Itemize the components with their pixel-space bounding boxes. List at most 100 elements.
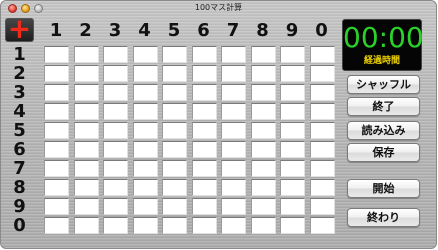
answer-cell[interactable] [309,84,335,101]
answer-cell[interactable] [44,84,69,101]
answer-cell[interactable] [280,160,305,177]
answer-cell[interactable] [103,65,128,82]
end-button[interactable]: 終わり [347,208,420,227]
answer-cell[interactable] [132,198,158,215]
answer-cell[interactable] [191,46,217,63]
answer-cell[interactable] [103,217,128,234]
answer-cell[interactable] [280,65,305,82]
answer-cell[interactable] [44,217,69,234]
answer-cell[interactable] [73,122,99,139]
answer-cell[interactable] [162,84,187,101]
answer-cell[interactable] [221,160,246,177]
answer-cell[interactable] [250,46,276,63]
answer-cell[interactable] [280,198,305,215]
answer-cell[interactable] [73,198,99,215]
answer-cell[interactable] [162,160,187,177]
answer-cell[interactable] [44,179,69,196]
answer-cell[interactable] [103,141,128,158]
answer-cell[interactable] [221,217,246,234]
answer-cell[interactable] [132,65,158,82]
answer-cell[interactable] [191,198,217,215]
answer-cell[interactable] [132,141,158,158]
answer-cell[interactable] [309,217,335,234]
start-button[interactable]: 開始 [347,179,420,198]
answer-cell[interactable] [162,103,187,120]
answer-cell[interactable] [191,122,217,139]
answer-cell[interactable] [132,84,158,101]
answer-cell[interactable] [309,141,335,158]
answer-cell[interactable] [44,198,69,215]
answer-cell[interactable] [73,103,99,120]
answer-cell[interactable] [221,141,246,158]
answer-cell[interactable] [309,160,335,177]
answer-cell[interactable] [221,84,246,101]
answer-cell[interactable] [250,141,276,158]
answer-cell[interactable] [132,46,158,63]
answer-cell[interactable] [280,141,305,158]
answer-cell[interactable] [103,198,128,215]
answer-cell[interactable] [162,46,187,63]
answer-cell[interactable] [44,46,69,63]
answer-cell[interactable] [132,179,158,196]
answer-cell[interactable] [309,46,335,63]
load-button[interactable]: 読み込み [347,121,420,140]
answer-cell[interactable] [250,65,276,82]
answer-cell[interactable] [309,179,335,196]
answer-cell[interactable] [309,65,335,82]
answer-cell[interactable] [250,160,276,177]
answer-cell[interactable] [162,122,187,139]
answer-cell[interactable] [162,179,187,196]
answer-cell[interactable] [191,84,217,101]
answer-cell[interactable] [44,103,69,120]
answer-cell[interactable] [280,46,305,63]
answer-cell[interactable] [103,179,128,196]
answer-cell[interactable] [280,103,305,120]
answer-cell[interactable] [103,122,128,139]
answer-cell[interactable] [73,217,99,234]
answer-cell[interactable] [221,65,246,82]
answer-cell[interactable] [73,141,99,158]
answer-cell[interactable] [280,217,305,234]
answer-cell[interactable] [250,122,276,139]
answer-cell[interactable] [132,122,158,139]
answer-cell[interactable] [250,217,276,234]
answer-cell[interactable] [162,217,187,234]
operator-button[interactable]: + [5,15,34,43]
answer-cell[interactable] [250,179,276,196]
answer-cell[interactable] [221,46,246,63]
answer-cell[interactable] [191,141,217,158]
answer-cell[interactable] [162,65,187,82]
answer-cell[interactable] [103,160,128,177]
answer-cell[interactable] [280,84,305,101]
answer-cell[interactable] [191,103,217,120]
answer-cell[interactable] [132,217,158,234]
answer-cell[interactable] [73,65,99,82]
answer-cell[interactable] [73,160,99,177]
answer-cell[interactable] [309,103,335,120]
answer-cell[interactable] [162,198,187,215]
answer-cell[interactable] [191,179,217,196]
answer-cell[interactable] [44,141,69,158]
answer-cell[interactable] [191,65,217,82]
answer-cell[interactable] [103,103,128,120]
answer-cell[interactable] [309,198,335,215]
answer-cell[interactable] [191,160,217,177]
answer-cell[interactable] [103,46,128,63]
answer-cell[interactable] [73,46,99,63]
answer-cell[interactable] [250,103,276,120]
answer-cell[interactable] [250,84,276,101]
answer-cell[interactable] [44,160,69,177]
answer-cell[interactable] [221,198,246,215]
answer-cell[interactable] [73,84,99,101]
answer-cell[interactable] [162,141,187,158]
answer-cell[interactable] [44,65,69,82]
answer-cell[interactable] [280,179,305,196]
answer-cell[interactable] [73,179,99,196]
answer-cell[interactable] [221,103,246,120]
answer-cell[interactable] [132,103,158,120]
answer-cell[interactable] [103,84,128,101]
answer-cell[interactable] [309,122,335,139]
answer-cell[interactable] [250,198,276,215]
answer-cell[interactable] [44,122,69,139]
finish-button[interactable]: 終了 [347,97,420,116]
